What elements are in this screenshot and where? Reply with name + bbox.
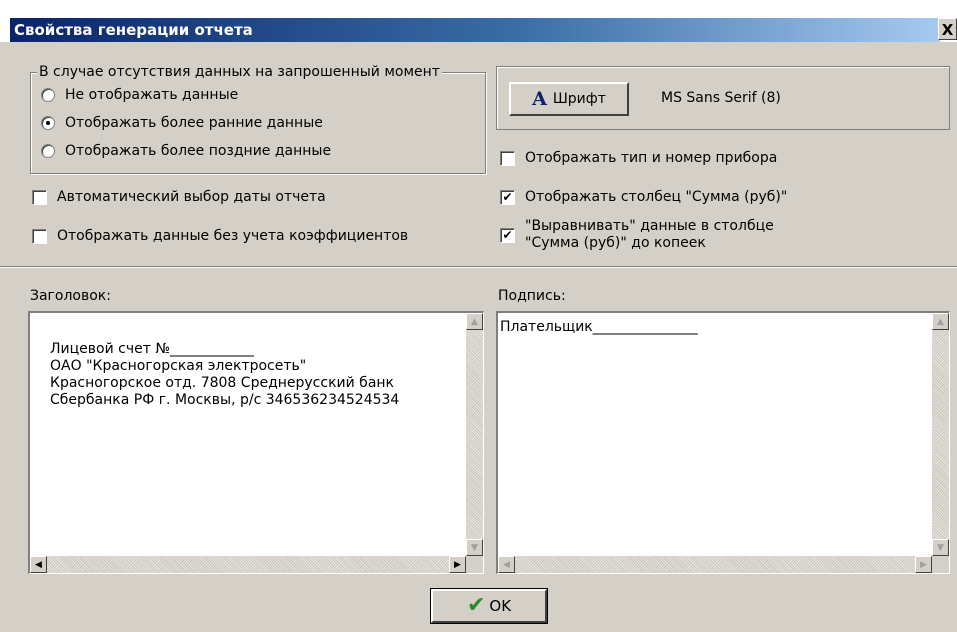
arrow-up-icon: ▲ bbox=[471, 316, 478, 327]
header-vertical-scrollbar[interactable]: ▲ ▼ bbox=[466, 313, 483, 556]
checkbox-align-sum-box[interactable]: ✔ bbox=[500, 227, 515, 243]
signature-memo[interactable]: Плательщик_______________ ▲ ▼ ◀ ▶ bbox=[496, 311, 950, 574]
radio-hide-data[interactable]: Не отображать данные bbox=[41, 87, 238, 103]
checkbox-show-sum-column-box[interactable]: ✔ bbox=[500, 189, 515, 205]
header-memo[interactable]: Лицевой счет №____________ ОАО "Красного… bbox=[28, 311, 484, 574]
font-button-label: Шрифт bbox=[552, 91, 606, 107]
checkbox-show-sum-column-label: Отображать столбец "Сумма (руб)" bbox=[525, 189, 788, 205]
checkmark-icon: ✔ bbox=[502, 189, 513, 204]
checkmark-icon: ✔ bbox=[466, 593, 486, 618]
checkmark-icon: ✔ bbox=[502, 227, 513, 242]
font-icon: A bbox=[532, 88, 547, 110]
scroll-left-button[interactable]: ◀ bbox=[498, 556, 515, 573]
radio-later-data[interactable]: Отображать более поздние данные bbox=[41, 143, 331, 159]
close-button[interactable]: X bbox=[938, 18, 957, 40]
arrow-down-icon: ▼ bbox=[471, 542, 478, 553]
checkbox-show-device-box[interactable] bbox=[500, 150, 515, 166]
checkbox-auto-date-box[interactable] bbox=[32, 189, 47, 205]
scroll-corner bbox=[932, 556, 949, 573]
section-separator bbox=[0, 266, 957, 268]
checkbox-align-sum-label-line1: "Выравнивать" данные в столбце bbox=[525, 218, 774, 234]
checkbox-show-device-label: Отображать тип и номер прибора bbox=[525, 150, 778, 166]
window-title: Свойства генерации отчета bbox=[10, 18, 940, 42]
radio-later-data-label: Отображать более поздние данные bbox=[65, 143, 332, 159]
checkbox-align-sum-label-line2: "Сумма (руб)" до копеек bbox=[525, 235, 706, 251]
ok-button[interactable]: ✔ OK bbox=[430, 588, 548, 624]
missing-data-legend: В случае отсутствия данных на запрошенны… bbox=[37, 64, 442, 80]
radio-earlier-data-indicator[interactable] bbox=[41, 116, 55, 130]
arrow-down-icon: ▼ bbox=[937, 542, 944, 553]
checkbox-align-sum[interactable]: ✔ "Выравнивать" данные в столбце "Сумма … bbox=[500, 218, 774, 252]
scroll-down-button[interactable]: ▼ bbox=[466, 539, 483, 556]
font-panel: A Шрифт MS Sans Serif (8) bbox=[496, 66, 950, 130]
arrow-right-icon: ▶ bbox=[454, 559, 461, 570]
checkbox-align-sum-label: "Выравнивать" данные в столбце "Сумма (р… bbox=[525, 218, 774, 252]
title-bar-area: Свойства генерации отчета X bbox=[0, 0, 957, 42]
arrow-left-icon: ◀ bbox=[503, 559, 510, 570]
arrow-left-icon: ◀ bbox=[35, 559, 42, 570]
header-horizontal-scrollbar[interactable]: ◀ ▶ bbox=[30, 556, 466, 573]
radio-later-data-indicator[interactable] bbox=[41, 144, 55, 158]
scroll-right-button[interactable]: ▶ bbox=[915, 556, 932, 573]
checkbox-show-sum-column[interactable]: ✔ Отображать столбец "Сумма (руб)" bbox=[500, 189, 787, 205]
close-icon: X bbox=[941, 21, 954, 39]
scroll-up-button[interactable]: ▲ bbox=[466, 313, 483, 330]
font-button[interactable]: A Шрифт bbox=[509, 82, 629, 116]
signature-memo-label: Подпись: bbox=[498, 288, 566, 304]
ok-button-label: OK bbox=[489, 597, 512, 615]
checkbox-show-device[interactable]: Отображать тип и номер прибора bbox=[500, 150, 777, 166]
missing-data-group: В случае отсутствия данных на запрошенны… bbox=[30, 64, 486, 174]
scroll-right-button[interactable]: ▶ bbox=[449, 556, 466, 573]
radio-hide-data-indicator[interactable] bbox=[41, 88, 55, 102]
checkbox-auto-date-label: Автоматический выбор даты отчета bbox=[57, 189, 326, 205]
arrow-right-icon: ▶ bbox=[920, 559, 927, 570]
ok-button-face: ✔ OK bbox=[431, 589, 547, 623]
header-memo-text[interactable]: Лицевой счет №____________ ОАО "Красного… bbox=[50, 341, 399, 409]
checkbox-no-coefficients[interactable]: Отображать данные без учета коэффициенто… bbox=[32, 228, 408, 244]
radio-hide-data-label: Не отображать данные bbox=[65, 87, 239, 103]
signature-memo-text[interactable]: Плательщик_______________ bbox=[500, 319, 698, 336]
signature-vertical-scrollbar[interactable]: ▲ ▼ bbox=[932, 313, 949, 556]
checkbox-no-coefficients-label: Отображать данные без учета коэффициенто… bbox=[57, 228, 409, 244]
scroll-down-button[interactable]: ▼ bbox=[932, 539, 949, 556]
radio-earlier-data-label: Отображать более ранние данные bbox=[65, 115, 323, 131]
scroll-up-button[interactable]: ▲ bbox=[932, 313, 949, 330]
checkbox-no-coefficients-box[interactable] bbox=[32, 228, 47, 244]
scroll-left-button[interactable]: ◀ bbox=[30, 556, 47, 573]
checkbox-auto-date[interactable]: Автоматический выбор даты отчета bbox=[32, 189, 326, 205]
radio-earlier-data[interactable]: Отображать более ранние данные bbox=[41, 115, 323, 131]
arrow-up-icon: ▲ bbox=[937, 316, 944, 327]
header-memo-label: Заголовок: bbox=[30, 288, 111, 304]
signature-horizontal-scrollbar[interactable]: ◀ ▶ bbox=[498, 556, 932, 573]
scroll-corner bbox=[466, 556, 483, 573]
font-name-label: MS Sans Serif (8) bbox=[661, 90, 781, 106]
